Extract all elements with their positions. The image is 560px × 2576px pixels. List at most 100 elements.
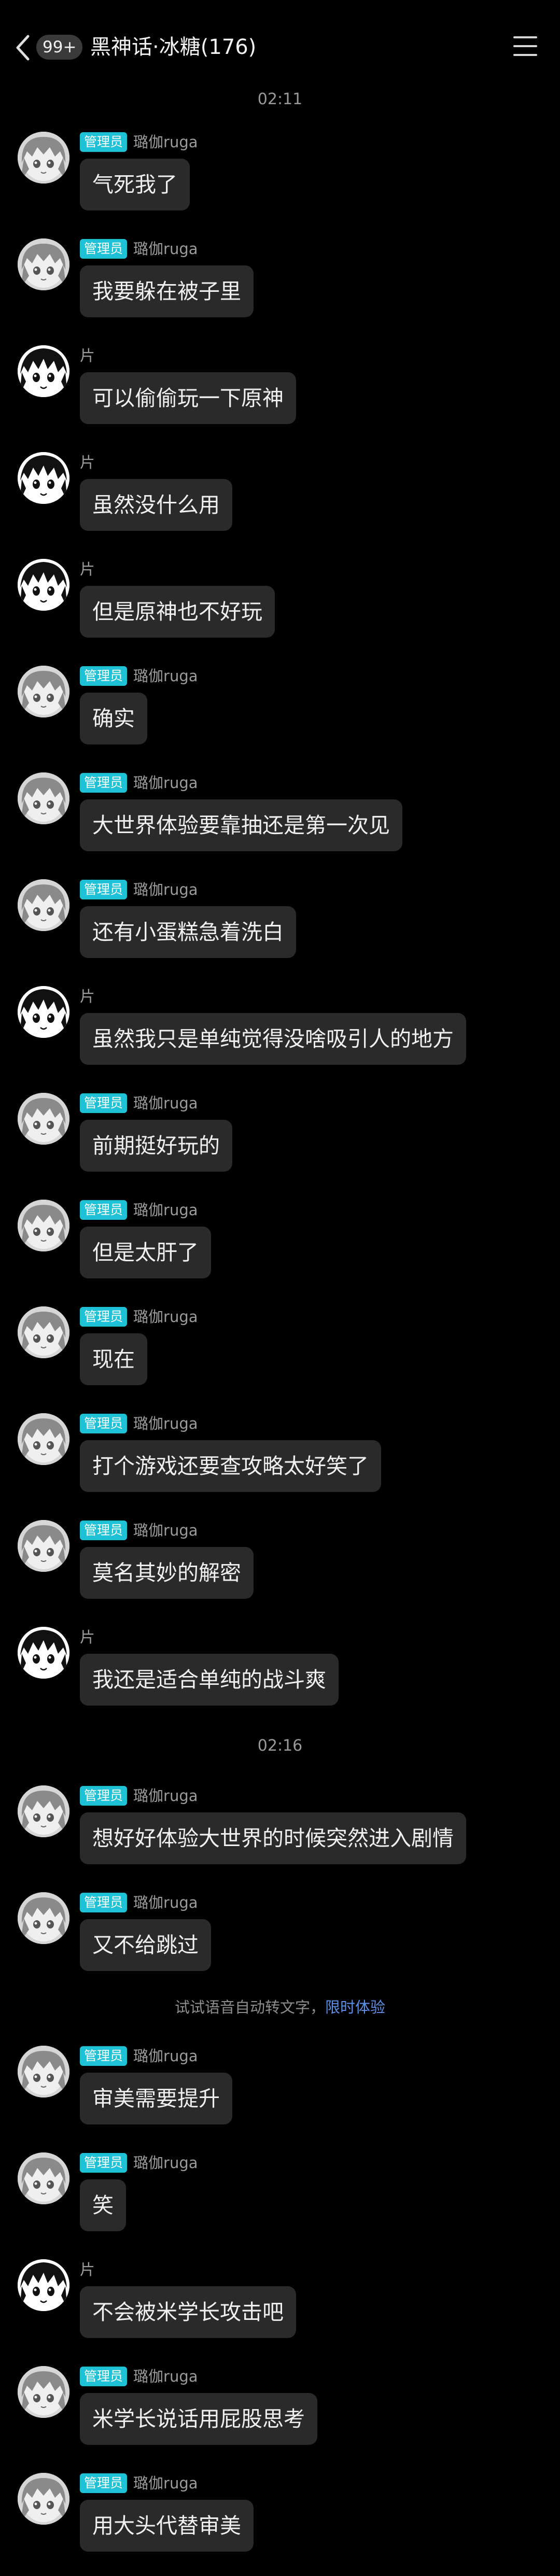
avatar[interactable] bbox=[18, 1306, 69, 1358]
admin-role-badge: 管理员 bbox=[80, 2473, 128, 2493]
avatar[interactable] bbox=[18, 1093, 69, 1145]
message-bubble[interactable]: 可以偷偷玩一下原神 bbox=[80, 372, 296, 424]
avatar[interactable] bbox=[18, 238, 69, 290]
sender-name[interactable]: 璐伽ruga bbox=[133, 1413, 198, 1434]
admin-role-badge: 管理员 bbox=[80, 2367, 128, 2386]
message-bubble[interactable]: 大世界体验要靠抽还是第一次见 bbox=[80, 799, 402, 851]
chat-title: 黑神话·冰糖(176) bbox=[90, 35, 257, 59]
sender-name[interactable]: 片 bbox=[80, 986, 95, 1007]
sender-name[interactable]: 璐伽ruga bbox=[133, 1785, 198, 1806]
message-meta: 片 bbox=[80, 345, 95, 366]
pian-avatar-icon bbox=[18, 986, 69, 1038]
sender-name[interactable]: 片 bbox=[80, 2259, 95, 2280]
message-row: 管理员 璐伽ruga 莫名其妙的解密 bbox=[0, 1520, 560, 1618]
avatar[interactable] bbox=[18, 1892, 69, 1944]
message-bubble[interactable]: 米学长说话用屁股思考 bbox=[80, 2393, 317, 2445]
sender-name[interactable]: 璐伽ruga bbox=[133, 1200, 198, 1220]
avatar[interactable] bbox=[18, 2366, 69, 2418]
ruga-avatar-icon bbox=[18, 2473, 69, 2525]
message-row: 片虽然没什么用 bbox=[0, 452, 560, 551]
limited-trial-link[interactable]: 限时体验 bbox=[325, 1998, 385, 2016]
avatar[interactable] bbox=[18, 2152, 69, 2204]
message-bubble[interactable]: 想好好体验大世界的时候突然进入剧情 bbox=[80, 1812, 466, 1864]
message-bubble[interactable]: 不会被米学长攻击吧 bbox=[80, 2286, 296, 2338]
avatar[interactable] bbox=[18, 1200, 69, 1251]
message-row: 片可以偷偷玩一下原神 bbox=[0, 345, 560, 444]
ruga-avatar-icon bbox=[18, 879, 69, 931]
message-bubble[interactable]: 又不给跳过 bbox=[80, 1919, 211, 1971]
message-bubble[interactable]: 虽然没什么用 bbox=[80, 479, 232, 531]
message-row: 管理员 璐伽ruga 前期挺好玩的 bbox=[0, 1093, 560, 1191]
sender-name[interactable]: 璐伽ruga bbox=[133, 1520, 198, 1541]
avatar[interactable] bbox=[18, 772, 69, 824]
sender-name[interactable]: 璐伽ruga bbox=[133, 1892, 198, 1913]
avatar[interactable] bbox=[18, 879, 69, 931]
sender-name[interactable]: 片 bbox=[80, 559, 95, 580]
message-row: 管理员 璐伽ruga 想好好体验大世界的时候突然进入剧情 bbox=[0, 1785, 560, 1884]
message-bubble[interactable]: 用大头代替审美 bbox=[80, 2500, 254, 2552]
voice-to-text-hint: 试试语音自动转文字，限时体验 bbox=[0, 1997, 560, 2018]
pian-avatar-icon bbox=[18, 2259, 69, 2311]
message-bubble[interactable]: 气死我了 bbox=[80, 159, 190, 210]
message-bubble[interactable]: 审美需要提升 bbox=[80, 2073, 232, 2124]
avatar[interactable] bbox=[18, 1520, 69, 1572]
sender-name[interactable]: 璐伽ruga bbox=[133, 2473, 198, 2494]
avatar[interactable] bbox=[18, 986, 69, 1038]
sender-name[interactable]: 璐伽ruga bbox=[133, 2046, 198, 2066]
ruga-avatar-icon bbox=[18, 2366, 69, 2418]
message-bubble[interactable]: 虽然我只是单纯觉得没啥吸引人的地方 bbox=[80, 1013, 466, 1065]
sender-name[interactable]: 璐伽ruga bbox=[133, 1093, 198, 1114]
avatar[interactable] bbox=[18, 1785, 69, 1837]
message-bubble[interactable]: 确实 bbox=[80, 693, 147, 744]
ruga-avatar-icon bbox=[18, 2152, 69, 2204]
sender-name[interactable]: 片 bbox=[80, 1627, 95, 1648]
avatar[interactable] bbox=[18, 2473, 69, 2525]
message-bubble[interactable]: 我要躲在被子里 bbox=[80, 265, 254, 317]
avatar[interactable] bbox=[18, 1627, 69, 1679]
pian-avatar-icon bbox=[18, 452, 69, 504]
admin-role-badge: 管理员 bbox=[80, 880, 128, 899]
chevron-left-icon bbox=[16, 35, 30, 61]
message-bubble[interactable]: 还有小蛋糕急着洗白 bbox=[80, 906, 296, 958]
sender-name[interactable]: 璐伽ruga bbox=[133, 772, 198, 793]
message-row: 管理员 璐伽ruga 大世界体验要靠抽还是第一次见 bbox=[0, 772, 560, 871]
avatar[interactable] bbox=[18, 2046, 69, 2098]
message-row: 管理员 璐伽ruga 打个游戏还要查攻略太好笑了 bbox=[0, 1413, 560, 1512]
avatar[interactable] bbox=[18, 2259, 69, 2311]
sender-name[interactable]: 片 bbox=[80, 452, 95, 473]
sender-name[interactable]: 璐伽ruga bbox=[133, 1306, 198, 1327]
avatar[interactable] bbox=[18, 345, 69, 397]
sender-name[interactable]: 璐伽ruga bbox=[133, 238, 198, 259]
avatar[interactable] bbox=[18, 666, 69, 717]
sender-name[interactable]: 璐伽ruga bbox=[133, 2366, 198, 2387]
message-row: 管理员 璐伽ruga 气死我了 bbox=[0, 132, 560, 230]
message-meta: 管理员 璐伽ruga bbox=[80, 2046, 198, 2066]
message-bubble[interactable]: 前期挺好玩的 bbox=[80, 1120, 232, 1172]
admin-role-badge: 管理员 bbox=[80, 773, 128, 793]
message-bubble[interactable]: 打个游戏还要查攻略太好笑了 bbox=[80, 1440, 381, 1492]
avatar[interactable] bbox=[18, 1413, 69, 1465]
message-row: 管理员 璐伽ruga 笑 bbox=[0, 2152, 560, 2251]
menu-icon[interactable] bbox=[513, 36, 537, 57]
avatar[interactable] bbox=[18, 132, 69, 184]
message-bubble[interactable]: 但是太肝了 bbox=[80, 1227, 211, 1278]
message-meta: 管理员 璐伽ruga bbox=[80, 2152, 198, 2173]
sender-name[interactable]: 片 bbox=[80, 345, 95, 366]
message-bubble[interactable]: 但是原神也不好玩 bbox=[80, 586, 275, 638]
sender-name[interactable]: 璐伽ruga bbox=[133, 879, 198, 900]
avatar[interactable] bbox=[18, 559, 69, 611]
message-bubble[interactable]: 我还是适合单纯的战斗爽 bbox=[80, 1654, 339, 1706]
sender-name[interactable]: 璐伽ruga bbox=[133, 666, 198, 686]
message-bubble[interactable]: 莫名其妙的解密 bbox=[80, 1547, 254, 1599]
timestamp: 02:16 bbox=[257, 1737, 303, 1755]
admin-role-badge: 管理员 bbox=[80, 2046, 128, 2066]
unread-count-badge[interactable]: 99+ bbox=[36, 35, 83, 60]
message-bubble[interactable]: 现在 bbox=[80, 1333, 147, 1385]
back-button[interactable] bbox=[13, 32, 34, 63]
sender-name[interactable]: 璐伽ruga bbox=[133, 2152, 198, 2173]
message-bubble[interactable]: 笑 bbox=[80, 2179, 126, 2231]
message-meta: 管理员 璐伽ruga bbox=[80, 1520, 198, 1541]
avatar[interactable] bbox=[18, 452, 69, 504]
message-row: 管理员 璐伽ruga 用大头代替审美 bbox=[0, 2473, 560, 2571]
sender-name[interactable]: 璐伽ruga bbox=[133, 132, 198, 152]
